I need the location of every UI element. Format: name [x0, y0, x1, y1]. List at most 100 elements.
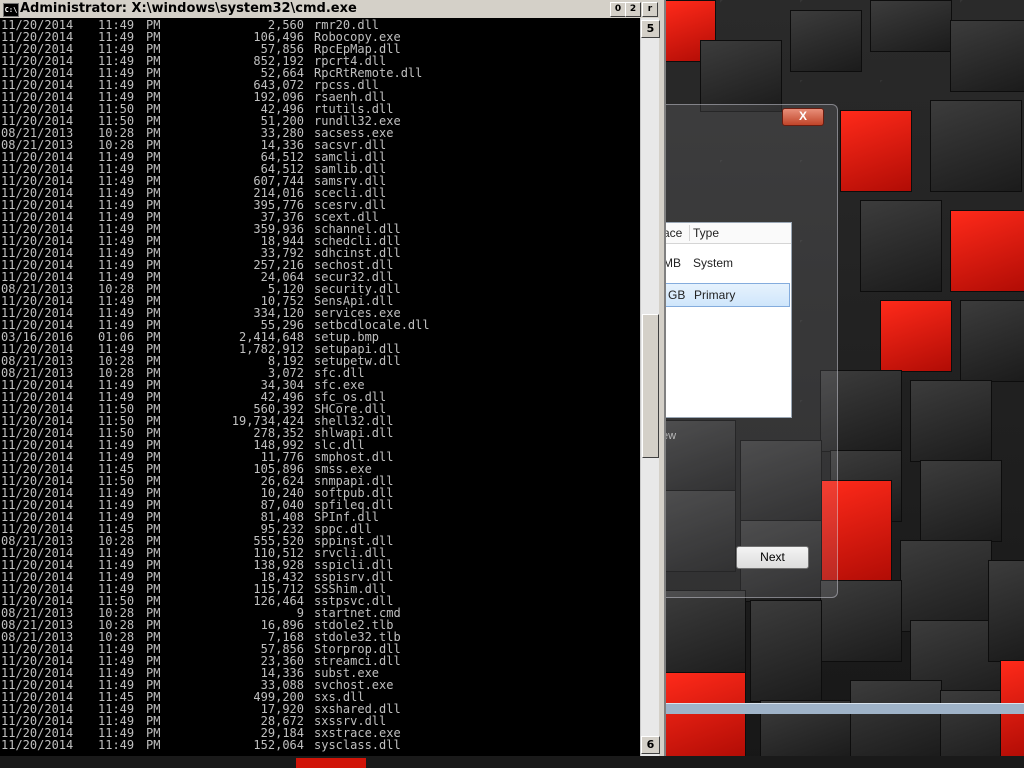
- listing-row: 11/20/2014 11:49 PM 607,744 samsrv.dll: [0, 174, 640, 188]
- listing-row: 11/20/2014 11:49 PM 52,664 RpcRtRemote.dll: [0, 66, 640, 80]
- listing-size: 152,064: [253, 738, 304, 752]
- red-cube: [880, 300, 952, 372]
- listing-row: 11/20/2014 11:49 PM 57,856 RpcEpMap.dll: [0, 42, 640, 56]
- dark-cube: [790, 10, 862, 72]
- next-button[interactable]: Next: [736, 546, 809, 569]
- scroll-up-arrow-icon[interactable]: 5: [641, 20, 660, 38]
- listing-row: 11/20/2014 11:49 PM 192,096 rsaenh.dll: [0, 90, 640, 104]
- listing-row: 11/20/2014 11:49 PM 28,672 sxssrv.dll: [0, 714, 640, 728]
- red-cube: [950, 210, 1024, 292]
- listing-row: 11/20/2014 11:49 PM 57,856 Storprop.dll: [0, 642, 640, 656]
- listing-row: 11/20/2014 11:49 PM 106,496 Robocopy.exe: [0, 30, 640, 44]
- listing-row: 08/21/2013 10:28 PM 16,896 stdole2.tlb: [0, 618, 640, 632]
- listing-row: 11/20/2014 11:49 PM 214,016 scecli.dll: [0, 186, 640, 200]
- cmd-titlebar[interactable]: C:\ Administrator: X:\windows\system32\c…: [0, 0, 664, 18]
- scrollbar-thumb[interactable]: [642, 314, 659, 458]
- listing-row: 11/20/2014 11:49 PM 1,782,912 setupapi.dll: [0, 342, 640, 356]
- column-header-type[interactable]: Type: [693, 226, 719, 240]
- listing-row: 11/20/2014 11:50 PM 19,734,424 shell32.dll: [0, 414, 640, 428]
- listing-row: 11/20/2014 11:49 PM 152,064 sysclass.dll: [0, 738, 640, 752]
- dark-cube: [930, 100, 1022, 192]
- listing-row: 11/20/2014 11:45 PM 105,896 smss.exe: [0, 462, 640, 476]
- listing-row: 11/20/2014 11:49 PM 10,752 SensApi.dll: [0, 294, 640, 308]
- listing-row: 11/20/2014 11:49 PM 10,240 softpub.dll: [0, 486, 640, 500]
- partition-type: Primary: [694, 288, 736, 302]
- close-button[interactable]: r: [642, 2, 658, 17]
- cmd-window[interactable]: C:\ Administrator: X:\windows\system32\c…: [0, 0, 666, 756]
- listing-row: 08/21/2013 10:28 PM 9 startnet.cmd: [0, 606, 640, 620]
- dark-cube: [910, 380, 992, 462]
- listing-row: 11/20/2014 11:49 PM 11,776 smphost.dll: [0, 450, 640, 464]
- listing-row: 08/21/2013 10:28 PM 5,120 security.dll: [0, 282, 640, 296]
- listing-row: 11/20/2014 11:49 PM 37,376 scext.dll: [0, 210, 640, 224]
- listing-row: 11/20/2014 11:49 PM 34,304 sfc.exe: [0, 378, 640, 392]
- dark-cube: [850, 680, 942, 758]
- taskbar-strip: [664, 703, 1024, 714]
- listing-name: sysclass.dll: [314, 738, 401, 752]
- dark-cube: [988, 560, 1024, 662]
- directory-listing: 11/20/2014 11:49 PM 2,560 rmr20.dll 11/20/201…: [0, 18, 640, 752]
- dark-cube: [664, 590, 746, 682]
- listing-row: 11/20/2014 11:49 PM 2,560 rmr20.dll: [0, 18, 640, 32]
- listing-row: 11/20/2014 11:50 PM 278,352 shlwapi.dll: [0, 426, 640, 440]
- red-cube: [664, 672, 746, 758]
- listing-row: 08/21/2013 10:28 PM 7,168 stdole32.tlb: [0, 630, 640, 644]
- dark-cube: [860, 200, 942, 292]
- scroll-down-arrow-icon[interactable]: 6: [641, 736, 660, 754]
- cmd-app-icon[interactable]: C:\: [3, 3, 19, 17]
- listing-row: 11/20/2014 11:49 PM 29,184 sxstrace.exe: [0, 726, 640, 740]
- vertical-scrollbar[interactable]: 5 6: [640, 18, 660, 756]
- dark-cube: [950, 20, 1024, 92]
- dark-cube: [900, 540, 992, 632]
- listing-row: 11/20/2014 11:49 PM 395,776 scesrv.dll: [0, 198, 640, 212]
- listing-ampm: PM: [146, 738, 161, 752]
- partition-type: System: [693, 256, 734, 270]
- listing-row: 08/21/2013 10:28 PM 8,192 setupetw.dll: [0, 354, 640, 368]
- console-output[interactable]: 11/20/2014 11:49 PM 2,560 rmr20.dll 11/20/201…: [0, 18, 640, 756]
- listing-row: 08/21/2013 10:28 PM 555,520 sppinst.dll: [0, 534, 640, 548]
- listing-row: 11/20/2014 11:49 PM 334,120 services.exe: [0, 306, 640, 320]
- dark-cube: [960, 300, 1024, 382]
- minimize-button[interactable]: 0: [610, 2, 626, 17]
- listing-row: 11/20/2014 11:49 PM 115,712 SSShim.dll: [0, 582, 640, 596]
- listing-row: 11/20/2014 11:50 PM 126,464 sstpsvc.dll: [0, 594, 640, 608]
- dark-cube: [870, 0, 952, 52]
- setup-close-button[interactable]: X: [782, 108, 824, 126]
- listing-row: 11/20/2014 11:49 PM 24,064 secur32.dll: [0, 270, 640, 284]
- listing-row: 11/20/2014 11:49 PM 17,920 sxshared.dll: [0, 702, 640, 716]
- listing-row: 11/20/2014 11:49 PM 257,216 sechost.dll: [0, 258, 640, 272]
- cmd-window-title: Administrator: X:\windows\system32\cmd.e…: [20, 1, 357, 16]
- listing-row: 08/21/2013 10:28 PM 3,072 sfc.dll: [0, 366, 640, 380]
- partition-size-unit: GB: [668, 288, 686, 302]
- bottom-red-accent: [296, 758, 366, 768]
- dark-cube: [750, 600, 822, 702]
- listing-row: 11/20/2014 11:49 PM 55,296 setbcdlocale.dll: [0, 318, 640, 332]
- listing-row: 11/20/2014 11:49 PM 33,088 svchost.exe: [0, 678, 640, 692]
- listing-row: 11/20/2014 11:49 PM 14,336 subst.exe: [0, 666, 640, 680]
- listing-row: 11/20/2014 11:49 PM 110,512 srvcli.dll: [0, 546, 640, 560]
- listing-row: 11/20/2014 11:49 PM 138,928 sspicli.dll: [0, 558, 640, 572]
- listing-date: 11/20/2014: [1, 738, 74, 752]
- listing-row: 11/20/2014 11:49 PM 18,432 sspisrv.dll: [0, 570, 640, 584]
- listing-row: 11/20/2014 11:49 PM 643,072 rpcss.dll: [0, 78, 640, 92]
- listing-row: 11/20/2014 11:49 PM 23,360 streamci.dll: [0, 654, 640, 668]
- listing-row: 11/20/2014 11:49 PM 87,040 spfileq.dll: [0, 498, 640, 512]
- listing-row: 08/21/2013 10:28 PM 14,336 sacsvr.dll: [0, 138, 640, 152]
- maximize-button[interactable]: 2: [625, 2, 641, 17]
- listing-row: 11/20/2014 11:49 PM 359,936 schannel.dll: [0, 222, 640, 236]
- listing-row: 11/20/2014 11:49 PM 42,496 sfc_os.dll: [0, 390, 640, 404]
- listing-row: 08/21/2013 10:28 PM 33,280 sacsess.exe: [0, 126, 640, 140]
- listing-row: 11/20/2014 11:49 PM 852,192 rpcrt4.dll: [0, 54, 640, 68]
- listing-row: 11/20/2014 11:50 PM 26,624 snmpapi.dll: [0, 474, 640, 488]
- listing-row: 11/20/2014 11:50 PM 51,200 rundll32.exe: [0, 114, 640, 128]
- listing-row: 11/20/2014 11:49 PM 64,512 samcli.dll: [0, 150, 640, 164]
- red-cube: [840, 110, 912, 192]
- listing-row: 03/16/2016 01:06 PM 2,414,648 setup.bmp: [0, 330, 640, 344]
- listing-row: 11/20/2014 11:49 PM 81,408 SPInf.dll: [0, 510, 640, 524]
- listing-row: 11/20/2014 11:49 PM 148,992 slc.dll: [0, 438, 640, 452]
- listing-row: 11/20/2014 11:50 PM 42,496 rtutils.dll: [0, 102, 640, 116]
- listing-time: 11:49: [98, 738, 135, 752]
- listing-row: 11/20/2014 11:49 PM 64,512 samlib.dll: [0, 162, 640, 176]
- listing-row: 11/20/2014 11:49 PM 18,944 schedcli.dll: [0, 234, 640, 248]
- dark-cube: [920, 460, 1002, 542]
